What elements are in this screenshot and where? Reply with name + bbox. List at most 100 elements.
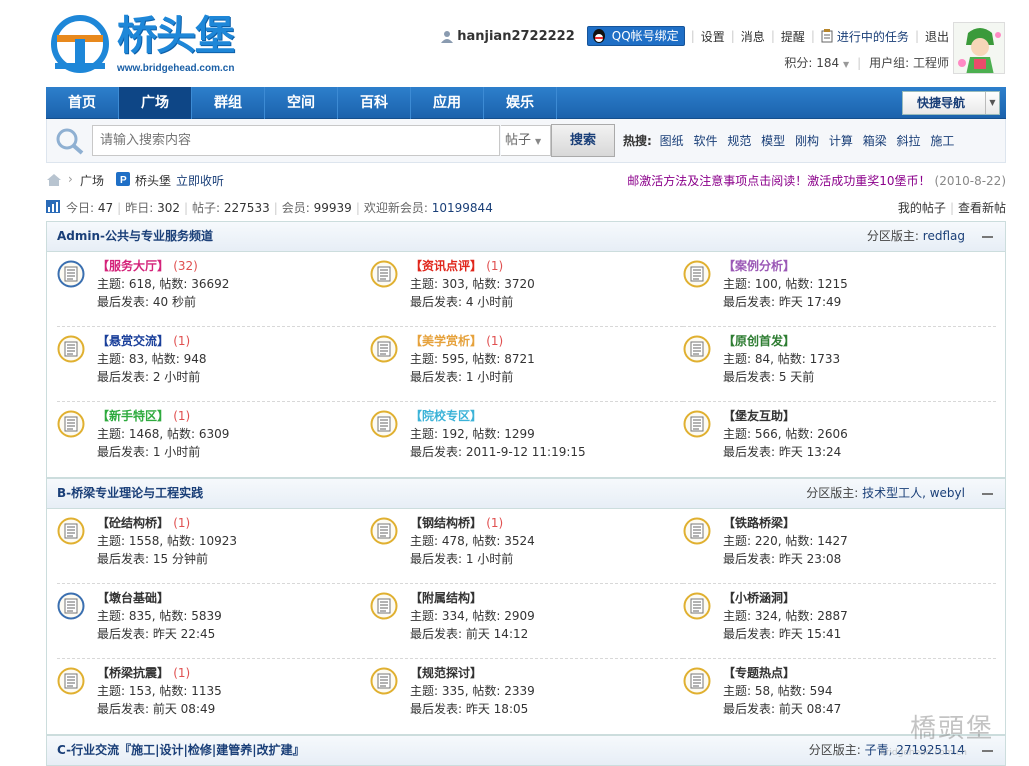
reminders-link[interactable]: 提醒 bbox=[781, 28, 805, 45]
category-title[interactable]: B-桥梁专业理论与工程实践 bbox=[57, 479, 203, 508]
collapse-icon[interactable] bbox=[982, 236, 993, 238]
board-grid: 【服务大厅】 (32) 主题: 618, 帖数: 36692 最后发表: 40 秒前… bbox=[47, 252, 1005, 477]
board-name-link[interactable]: 【小桥涵洞】 bbox=[723, 591, 795, 605]
nav-items: 首页 广场 群组 空间 百科 应用 娱乐 bbox=[46, 87, 1006, 119]
board-name-link[interactable]: 【美学赏析】 bbox=[410, 334, 482, 348]
board-stats: 主题: 303, 帖数: 3720 bbox=[410, 277, 535, 291]
announcement-date: (2010-8-22) bbox=[934, 174, 1006, 188]
collapse-icon[interactable] bbox=[982, 493, 993, 495]
newest-member-link[interactable]: 10199844 bbox=[432, 201, 493, 215]
hot-word[interactable]: 计算 bbox=[829, 134, 853, 148]
quick-nav-button[interactable]: 快捷导航 ▼ bbox=[902, 91, 1000, 115]
divider: | bbox=[730, 29, 735, 43]
hot-word[interactable]: 软件 bbox=[693, 134, 717, 148]
search-type-label: 帖子 bbox=[505, 133, 532, 148]
search-type-select[interactable]: 帖子 ▼ bbox=[501, 125, 551, 156]
nav-item-space[interactable]: 空间 bbox=[265, 87, 338, 119]
nav-item-groups[interactable]: 群组 bbox=[192, 87, 265, 119]
category-title[interactable]: Admin-公共与专业服务频道 bbox=[57, 222, 213, 251]
board-last-post: 最后发表: 4 小时前 bbox=[410, 295, 514, 309]
tasks-in-progress-link[interactable]: 进行中的任务 bbox=[837, 28, 909, 45]
hot-word[interactable]: 图纸 bbox=[660, 134, 684, 148]
logout-link[interactable]: 退出 bbox=[925, 28, 949, 45]
board-stats: 主题: 595, 帖数: 8721 bbox=[410, 352, 535, 366]
hot-word[interactable]: 规范 bbox=[727, 134, 751, 148]
qq-bind-button[interactable]: QQ帐号绑定 bbox=[586, 26, 685, 46]
board-name-link[interactable]: 【堡友互助】 bbox=[723, 409, 795, 423]
follow-now-link[interactable]: 立即收听 bbox=[176, 172, 224, 189]
category-title[interactable]: C-行业交流『施工|设计|检修|建管养|改扩建』 bbox=[57, 736, 305, 765]
forum-category: Admin-公共与专业服务频道 分区版主: redflag 【服务大厅】 (32) 主… bbox=[46, 221, 1006, 478]
board-name-link[interactable]: 【附属结构】 bbox=[410, 591, 482, 605]
announcement-link[interactable]: 邮激活方法及注意事项点击阅读！激活成功重奖10堡币！ (2010-8-22) bbox=[627, 172, 1006, 189]
moderators-label: 分区版主: bbox=[808, 743, 861, 757]
board-name-link[interactable]: 【墩台基础】 bbox=[97, 591, 169, 605]
board-stats: 主题: 84, 帖数: 1733 bbox=[723, 352, 841, 366]
board-title: 【铁路桥梁】 bbox=[723, 514, 795, 531]
nav-item-apps[interactable]: 应用 bbox=[411, 87, 484, 119]
user-icon bbox=[441, 30, 454, 43]
board-stats: 主题: 835, 帖数: 5839 bbox=[97, 609, 222, 623]
yesterday-label: 昨日: bbox=[125, 201, 154, 215]
board-name-link[interactable]: 【案例分析】 bbox=[723, 259, 795, 273]
board-name-link[interactable]: 【原创首发】 bbox=[723, 334, 795, 348]
board-name-link[interactable]: 【新手特区】 bbox=[97, 409, 169, 423]
qq-bind-label: QQ帐号绑定 bbox=[611, 29, 679, 43]
bar-chart-icon bbox=[46, 200, 60, 213]
forum-board: 【规范探讨】 主题: 335, 帖数: 2339 最后发表: 昨天 18:05 bbox=[370, 659, 683, 734]
search-input[interactable] bbox=[92, 125, 500, 156]
nav-item-wiki[interactable]: 百科 bbox=[338, 87, 411, 119]
moderators-label: 分区版主: bbox=[806, 486, 859, 500]
board-name-link[interactable]: 【砼结构桥】 bbox=[97, 516, 169, 530]
board-last-post: 最后发表: 昨天 23:08 bbox=[723, 552, 842, 566]
board-name-link[interactable]: 【桥梁抗震】 bbox=[97, 666, 169, 680]
forum-board: 【院校专区】 主题: 192, 帖数: 1299 最后发表: 2011-9-12 … bbox=[370, 402, 683, 477]
forum-board: 【悬赏交流】 (1) 主题: 83, 帖数: 948 最后发表: 2 小时前 bbox=[57, 327, 370, 402]
messages-link[interactable]: 消息 bbox=[741, 28, 765, 45]
nav-item-plaza[interactable]: 广场 bbox=[119, 87, 192, 119]
logo-text: 桥头堡 bbox=[117, 13, 235, 59]
collapse-icon[interactable] bbox=[982, 750, 993, 752]
forum-board: 【附属结构】 主题: 334, 帖数: 2909 最后发表: 前天 14:12 bbox=[370, 584, 683, 659]
moderator-links[interactable]: 技术型工人, webyl bbox=[862, 486, 965, 500]
board-name-link[interactable]: 【铁路桥梁】 bbox=[723, 516, 795, 530]
points-link[interactable]: 积分: 184 ▼ bbox=[784, 54, 849, 71]
my-posts-link[interactable]: 我的帖子 bbox=[898, 201, 946, 215]
chevron-down-icon: ▼ bbox=[535, 137, 542, 146]
search-button[interactable]: 搜索 bbox=[551, 124, 615, 157]
moderator-links[interactable]: 子青, 271925114 bbox=[865, 743, 965, 757]
board-last-post: 最后发表: 2011-9-12 11:19:15 bbox=[410, 445, 586, 459]
board-title: 【案例分析】 bbox=[723, 257, 795, 274]
board-name-link[interactable]: 【院校专区】 bbox=[410, 409, 482, 423]
category-header: C-行业交流『施工|设计|检修|建管养|改扩建』 分区版主: 子青, 271925… bbox=[47, 736, 1005, 766]
hot-word[interactable]: 施工 bbox=[930, 134, 954, 148]
board-last-post: 最后发表: 1 小时前 bbox=[410, 552, 514, 566]
forum-board: 【原创首发】 主题: 84, 帖数: 1733 最后发表: 5 天前 bbox=[683, 327, 996, 402]
avatar[interactable] bbox=[953, 22, 1005, 74]
board-name-link[interactable]: 【规范探讨】 bbox=[410, 666, 482, 680]
user-stats: 积分: 184 ▼ | 用户组: 工程师 bbox=[784, 54, 949, 71]
hot-word[interactable]: 箱梁 bbox=[863, 134, 887, 148]
board-name-link[interactable]: 【服务大厅】 bbox=[97, 259, 169, 273]
board-last-post: 最后发表: 40 秒前 bbox=[97, 295, 196, 309]
hot-word[interactable]: 刚构 bbox=[795, 134, 819, 148]
user-group: 用户组: 工程师 bbox=[869, 56, 949, 70]
board-name-link[interactable]: 【资讯点评】 bbox=[410, 259, 482, 273]
nav-item-home[interactable]: 首页 bbox=[46, 87, 119, 119]
forum-board-icon bbox=[683, 667, 711, 695]
new-posts-link[interactable]: 查看新帖 bbox=[958, 201, 1006, 215]
nav-item-entertainment[interactable]: 娱乐 bbox=[484, 87, 557, 119]
site-logo[interactable]: 桥头堡 www.bridgehead.com.cn bbox=[47, 11, 237, 77]
hot-word[interactable]: 斜拉 bbox=[897, 134, 921, 148]
board-name-link[interactable]: 【专题热点】 bbox=[723, 666, 795, 680]
board-name-link[interactable]: 【钢结构桥】 bbox=[410, 516, 482, 530]
breadcrumb-plaza[interactable]: 广场 bbox=[80, 172, 104, 189]
moderator-links[interactable]: redflag bbox=[923, 229, 965, 243]
board-name-link[interactable]: 【悬赏交流】 bbox=[97, 334, 169, 348]
username-link[interactable]: hanjian2722222 bbox=[457, 29, 575, 44]
settings-link[interactable]: 设置 bbox=[701, 28, 725, 45]
hot-word[interactable]: 模型 bbox=[761, 134, 785, 148]
home-icon[interactable] bbox=[46, 173, 62, 187]
breadcrumb: › 广场 P 桥头堡 立即收听 邮激活方法及注意事项点击阅读！激活成功重奖10堡… bbox=[46, 172, 1006, 190]
forum-board: 【资讯点评】 (1) 主题: 303, 帖数: 3720 最后发表: 4 小时前 bbox=[370, 252, 683, 327]
